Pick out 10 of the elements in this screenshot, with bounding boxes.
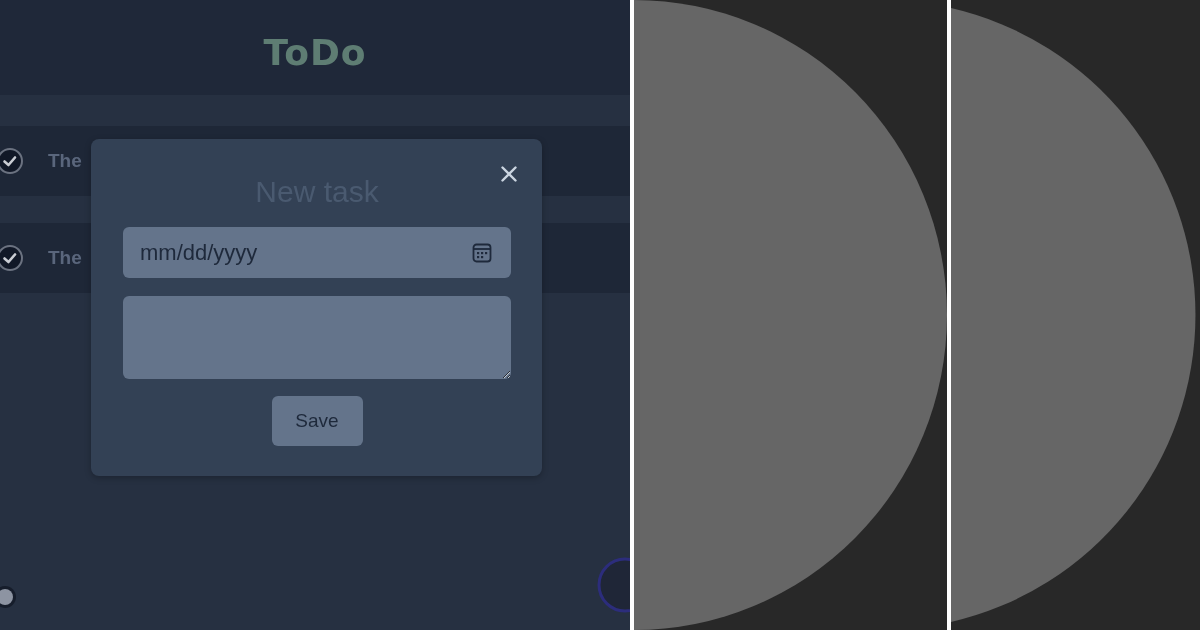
close-button[interactable]: [501, 166, 517, 182]
task-text: The: [48, 247, 82, 269]
task-text: The: [48, 150, 82, 172]
app-title: ToDo: [263, 32, 367, 73]
calendar-icon[interactable]: [472, 243, 492, 263]
date-field[interactable]: mm/dd/yyyy: [123, 227, 511, 278]
description-field[interactable]: [123, 296, 511, 379]
save-button[interactable]: Save: [271, 396, 363, 446]
toggle-switch[interactable]: [0, 585, 16, 609]
close-icon: [501, 166, 517, 182]
